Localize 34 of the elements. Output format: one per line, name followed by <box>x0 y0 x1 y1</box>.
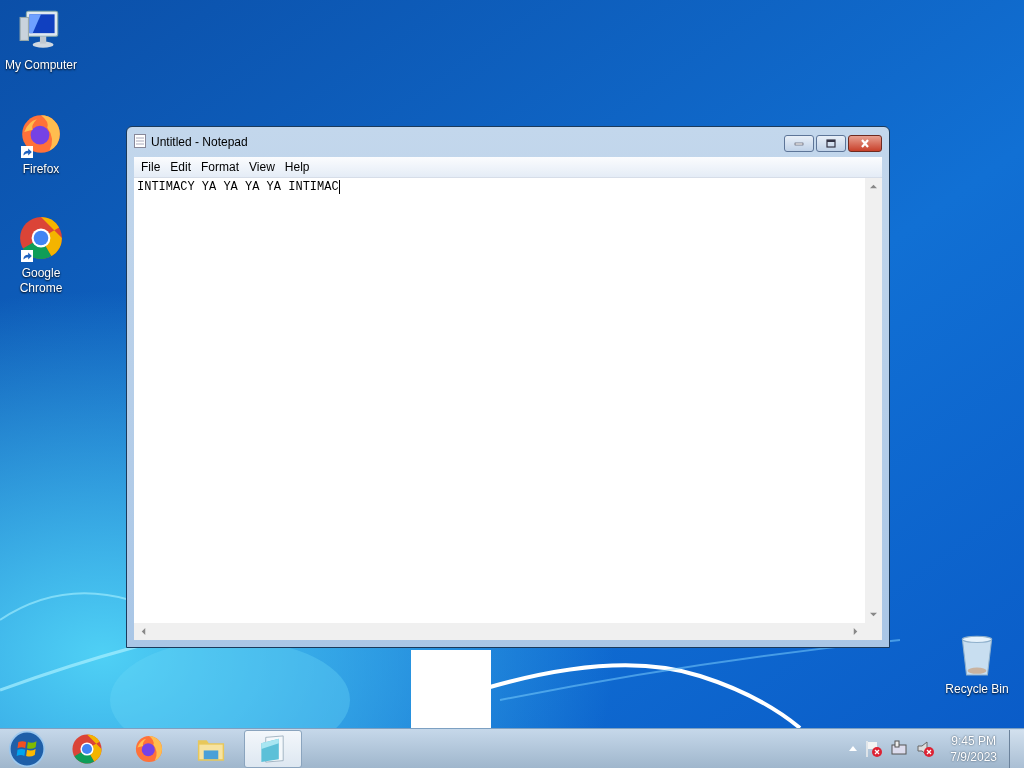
maximize-icon <box>824 137 838 150</box>
text-cursor <box>338 180 340 194</box>
vertical-scrollbar[interactable] <box>865 178 882 623</box>
minimize-button[interactable] <box>784 135 814 152</box>
icon-label: Recycle Bin <box>944 682 1010 697</box>
icon-label: My Computer <box>4 58 78 73</box>
chrome-icon <box>18 215 64 261</box>
scroll-down-arrow-icon[interactable] <box>870 611 877 618</box>
scroll-left-arrow-icon[interactable] <box>140 628 147 635</box>
scroll-right-arrow-icon[interactable] <box>852 628 859 635</box>
maximize-button[interactable] <box>816 135 846 152</box>
network-icon[interactable] <box>890 739 910 758</box>
desktop-icon[interactable] <box>17 214 65 262</box>
document-text: INTIMACY YA YA YA YA INTIMAC <box>137 180 339 194</box>
speaker-icon[interactable] <box>916 739 936 758</box>
menu-item[interactable]: Format <box>196 160 245 174</box>
taskbar-button[interactable] <box>244 729 302 768</box>
start-icon <box>8 729 46 768</box>
icon-label: Firefox <box>21 162 61 177</box>
menu-item[interactable]: View <box>244 160 280 174</box>
horizontal-scrollbar[interactable] <box>134 623 865 640</box>
icon-label: Google Chrome <box>18 266 64 296</box>
flag-icon[interactable] <box>864 739 884 758</box>
notepad-icon <box>134 133 146 151</box>
close-icon <box>858 137 872 150</box>
show-hidden-icons-icon[interactable] <box>849 746 858 751</box>
window-title: Untitled - Notepad <box>151 135 248 149</box>
chrome-icon <box>71 732 103 765</box>
close-button[interactable] <box>848 135 882 152</box>
show-desktop-button[interactable] <box>1009 729 1024 768</box>
menu-item[interactable]: Edit <box>165 160 197 174</box>
scroll-up-arrow-icon[interactable] <box>870 183 877 190</box>
menu-item[interactable]: Help <box>279 160 315 174</box>
menu-item[interactable]: File <box>136 160 166 174</box>
